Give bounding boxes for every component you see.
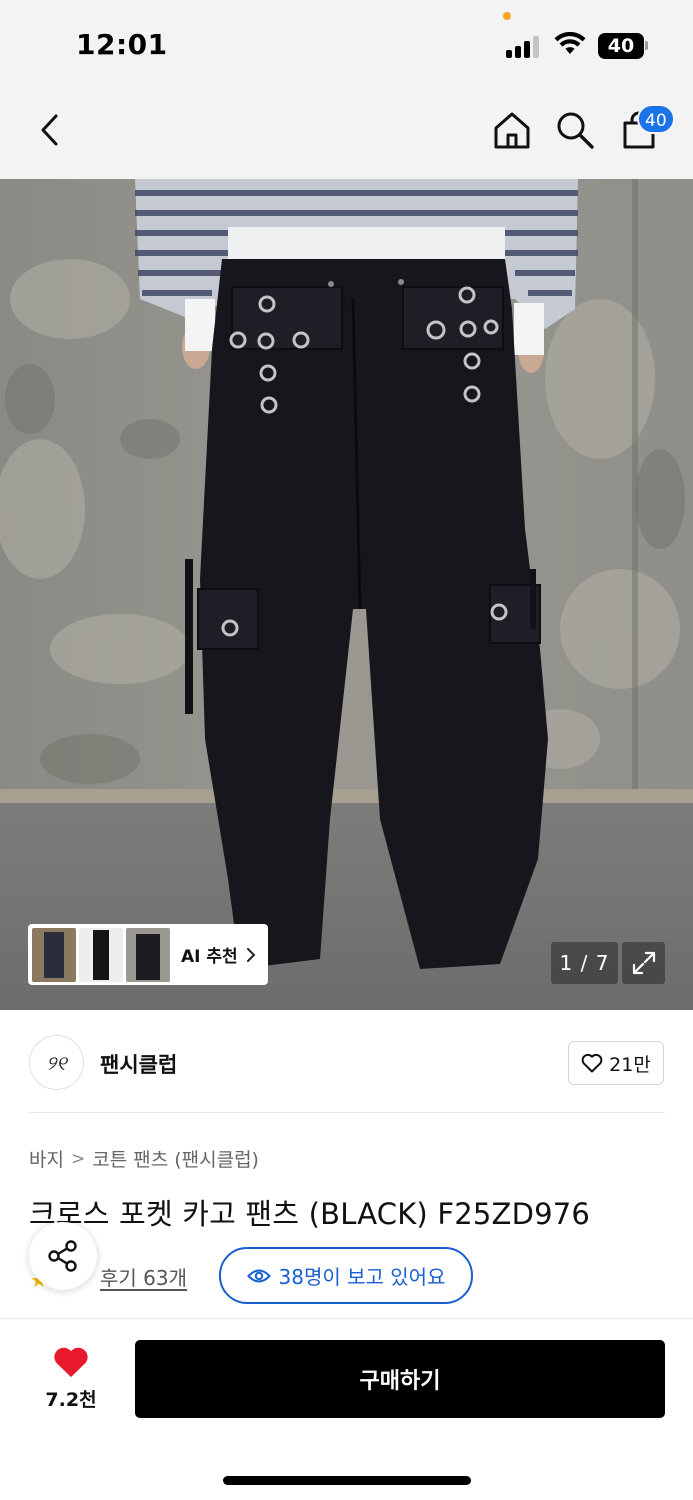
section-divider — [29, 1112, 665, 1113]
review-count-link[interactable]: 후기 63개 — [100, 1262, 187, 1291]
ai-recommend-label: AI 추천 — [181, 947, 238, 967]
breadcrumb-subcategory[interactable]: 코튼 팬츠 (팬시클럽) — [92, 1145, 259, 1172]
product-image-gallery[interactable] — [0, 179, 693, 1010]
breadcrumb-separator-icon: > — [70, 1148, 86, 1169]
status-bar: 12:01 40 — [0, 0, 693, 88]
privacy-indicator-dot — [503, 12, 511, 20]
viewers-badge[interactable]: 38명이 보고 있어요 — [219, 1247, 473, 1304]
battery-tip — [645, 41, 648, 50]
ai-recommend-chip[interactable]: AI 추천 — [28, 924, 268, 985]
wifi-icon — [554, 32, 586, 54]
image-pager-indicator: 1 / 7 — [551, 942, 618, 984]
top-navigation-bar — [0, 88, 693, 179]
brand-name[interactable]: 팬시클럽 — [100, 1049, 177, 1079]
heart-outline-icon — [581, 1053, 603, 1073]
wishlist-count: 7.2천 — [45, 1389, 97, 1411]
heart-filled-icon — [54, 1347, 88, 1377]
buy-button[interactable]: 구매하기 — [135, 1340, 665, 1418]
expand-image-button[interactable] — [622, 942, 665, 984]
status-time: 12:01 — [76, 28, 168, 61]
chevron-right-icon — [246, 947, 256, 962]
home-icon — [494, 112, 530, 149]
product-title: 크로스 포켓 카고 팬츠 (BLACK) F25ZD976 — [29, 1197, 591, 1231]
expand-icon — [632, 951, 655, 975]
battery-indicator: 40 — [598, 33, 644, 59]
product-photo — [0, 179, 693, 1010]
wishlist-button[interactable] — [52, 1345, 90, 1383]
home-indicator — [223, 1476, 471, 1485]
search-icon — [557, 112, 594, 149]
brand-like-button[interactable]: 21만 — [568, 1041, 664, 1085]
recommend-thumbnail-2 — [79, 927, 123, 982]
recommend-thumbnail-1 — [32, 927, 76, 982]
home-button[interactable] — [490, 108, 534, 152]
eye-icon — [246, 1269, 271, 1282]
breadcrumb-category[interactable]: 바지 — [29, 1145, 64, 1172]
brand-like-count: 21만 — [609, 1053, 651, 1076]
recommend-thumbnail-3 — [126, 927, 170, 982]
share-button[interactable] — [29, 1222, 97, 1290]
cellular-signal-icon — [506, 34, 542, 58]
back-button[interactable] — [28, 108, 72, 152]
share-icon — [48, 1240, 77, 1272]
search-button[interactable] — [553, 108, 597, 152]
back-chevron-icon — [41, 114, 58, 146]
breadcrumb: 바지 > 코튼 팬츠 (팬시클럽) — [29, 1145, 259, 1172]
brand-logo[interactable]: ୨୧ — [29, 1035, 84, 1090]
cart-count-badge: 40 — [637, 104, 675, 134]
viewers-text: 38명이 보고 있어요 — [278, 1265, 446, 1289]
